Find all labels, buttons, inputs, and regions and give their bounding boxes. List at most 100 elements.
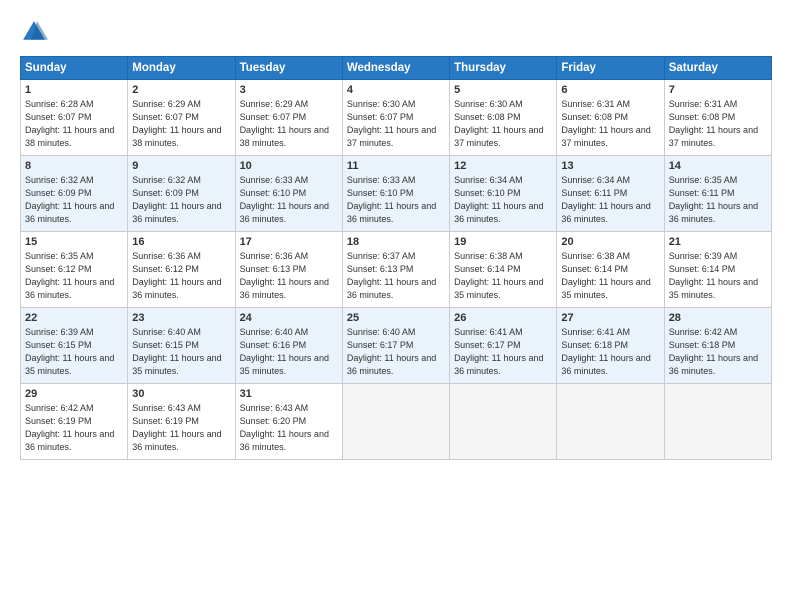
day-number: 26 [454,312,552,324]
day-number: 8 [25,160,123,172]
day-number: 3 [240,84,338,96]
day-header: Wednesday [342,57,449,80]
day-number: 9 [132,160,230,172]
day-number: 23 [132,312,230,324]
cell-info: Sunrise: 6:35 AMSunset: 6:11 PMDaylight:… [669,175,758,224]
calendar-cell: 6Sunrise: 6:31 AMSunset: 6:08 PMDaylight… [557,80,664,156]
calendar-cell: 26 Sunrise: 6:41 AMSunset: 6:17 PMDayligh… [450,308,557,384]
day-number: 13 [561,160,659,172]
calendar-cell: 11Sunrise: 6:33 AMSunset: 6:10 PMDayligh… [342,156,449,232]
day-number: 16 [132,236,230,248]
calendar-cell: 14Sunrise: 6:35 AMSunset: 6:11 PMDayligh… [664,156,771,232]
cell-info: Sunrise: 6:37 AMSunset: 6:13 PMDaylight:… [347,251,436,300]
cell-info: Sunrise: 6:32 AMSunset: 6:09 PMDaylight:… [132,175,221,224]
day-number: 31 [240,388,338,400]
day-header: Sunday [21,57,128,80]
cell-info: Sunrise: 6:38 AMSunset: 6:14 PMDaylight:… [454,251,543,300]
day-number: 29 [25,388,123,400]
day-header: Thursday [450,57,557,80]
calendar-cell: 10 Sunrise: 6:33 AMSunset: 6:10 PMDayligh… [235,156,342,232]
day-number: 10 [240,160,338,172]
day-number: 24 [240,312,338,324]
calendar-cell: 20 Sunrise: 6:38 AMSunset: 6:14 PMDayligh… [557,232,664,308]
calendar-row: 8 Sunrise: 6:32 AMSunset: 6:09 PMDaylight… [21,156,772,232]
logo [20,18,52,46]
calendar-cell: 16 Sunrise: 6:36 AMSunset: 6:12 PMDayligh… [128,232,235,308]
cell-info: Sunrise: 6:36 AMSunset: 6:13 PMDaylight:… [240,251,329,300]
calendar-cell: 5 Sunrise: 6:30 AMSunset: 6:08 PMDaylight… [450,80,557,156]
cell-info: Sunrise: 6:30 AMSunset: 6:07 PMDaylight:… [347,99,436,148]
cell-info: Sunrise: 6:29 AMSunset: 6:07 PMDaylight:… [240,99,329,148]
cell-info: Sunrise: 6:35 AMSunset: 6:12 PMDaylight:… [25,251,114,300]
day-header: Tuesday [235,57,342,80]
cell-info: Sunrise: 6:31 AMSunset: 6:08 PMDaylight:… [561,99,650,148]
day-number: 22 [25,312,123,324]
day-header: Friday [557,57,664,80]
day-number: 11 [347,160,445,172]
day-number: 28 [669,312,767,324]
calendar-cell: 23 Sunrise: 6:40 AMSunset: 6:15 PMDayligh… [128,308,235,384]
calendar-cell: 17Sunrise: 6:36 AMSunset: 6:13 PMDayligh… [235,232,342,308]
day-number: 2 [132,84,230,96]
calendar-cell: 27 Sunrise: 6:41 AMSunset: 6:18 PMDayligh… [557,308,664,384]
calendar-cell: 7 Sunrise: 6:31 AMSunset: 6:08 PMDaylight… [664,80,771,156]
calendar-cell: 25 Sunrise: 6:40 AMSunset: 6:17 PMDayligh… [342,308,449,384]
calendar-cell: 31 Sunrise: 6:43 AMSunset: 6:20 PMDayligh… [235,384,342,460]
day-header: Monday [128,57,235,80]
cell-info: Sunrise: 6:31 AMSunset: 6:08 PMDaylight:… [669,99,758,148]
calendar-cell: 21 Sunrise: 6:39 AMSunset: 6:14 PMDayligh… [664,232,771,308]
cell-info: Sunrise: 6:39 AMSunset: 6:14 PMDaylight:… [669,251,758,300]
calendar-cell: 18Sunrise: 6:37 AMSunset: 6:13 PMDayligh… [342,232,449,308]
calendar-cell: 1 Sunrise: 6:28 AMSunset: 6:07 PMDaylight… [21,80,128,156]
calendar-cell: 24 Sunrise: 6:40 AMSunset: 6:16 PMDayligh… [235,308,342,384]
calendar-cell: 19Sunrise: 6:38 AMSunset: 6:14 PMDayligh… [450,232,557,308]
calendar-row: 1 Sunrise: 6:28 AMSunset: 6:07 PMDaylight… [21,80,772,156]
cell-info: Sunrise: 6:38 AMSunset: 6:14 PMDaylight:… [561,251,650,300]
calendar-row: 15 Sunrise: 6:35 AMSunset: 6:12 PMDayligh… [21,232,772,308]
calendar-cell [557,384,664,460]
cell-info: Sunrise: 6:41 AMSunset: 6:18 PMDaylight:… [561,327,650,376]
calendar-cell: 13 Sunrise: 6:34 AMSunset: 6:11 PMDayligh… [557,156,664,232]
calendar-table: SundayMondayTuesdayWednesdayThursdayFrid… [20,56,772,460]
cell-info: Sunrise: 6:40 AMSunset: 6:17 PMDaylight:… [347,327,436,376]
cell-info: Sunrise: 6:33 AMSunset: 6:10 PMDaylight:… [240,175,329,224]
calendar-cell: 12Sunrise: 6:34 AMSunset: 6:10 PMDayligh… [450,156,557,232]
cell-info: Sunrise: 6:43 AMSunset: 6:20 PMDaylight:… [240,403,329,452]
calendar-cell [450,384,557,460]
cell-info: Sunrise: 6:40 AMSunset: 6:16 PMDaylight:… [240,327,329,376]
day-number: 1 [25,84,123,96]
page: SundayMondayTuesdayWednesdayThursdayFrid… [0,0,792,612]
calendar-cell: 8 Sunrise: 6:32 AMSunset: 6:09 PMDaylight… [21,156,128,232]
calendar-cell: 3 Sunrise: 6:29 AMSunset: 6:07 PMDaylight… [235,80,342,156]
header [20,18,772,46]
day-number: 25 [347,312,445,324]
calendar-cell: 9 Sunrise: 6:32 AMSunset: 6:09 PMDaylight… [128,156,235,232]
calendar-cell [342,384,449,460]
day-number: 20 [561,236,659,248]
day-number: 21 [669,236,767,248]
calendar-row: 22Sunrise: 6:39 AMSunset: 6:15 PMDayligh… [21,308,772,384]
cell-info: Sunrise: 6:32 AMSunset: 6:09 PMDaylight:… [25,175,114,224]
calendar-cell [664,384,771,460]
calendar-cell: 4Sunrise: 6:30 AMSunset: 6:07 PMDaylight… [342,80,449,156]
day-number: 30 [132,388,230,400]
calendar-cell: 30 Sunrise: 6:43 AMSunset: 6:19 PMDayligh… [128,384,235,460]
cell-info: Sunrise: 6:41 AMSunset: 6:17 PMDaylight:… [454,327,543,376]
cell-info: Sunrise: 6:36 AMSunset: 6:12 PMDaylight:… [132,251,221,300]
logo-icon [20,18,48,46]
day-number: 15 [25,236,123,248]
day-number: 7 [669,84,767,96]
header-row: SundayMondayTuesdayWednesdayThursdayFrid… [21,57,772,80]
cell-info: Sunrise: 6:42 AMSunset: 6:18 PMDaylight:… [669,327,758,376]
calendar-cell: 22Sunrise: 6:39 AMSunset: 6:15 PMDayligh… [21,308,128,384]
cell-info: Sunrise: 6:40 AMSunset: 6:15 PMDaylight:… [132,327,221,376]
day-number: 27 [561,312,659,324]
day-header: Saturday [664,57,771,80]
cell-info: Sunrise: 6:43 AMSunset: 6:19 PMDaylight:… [132,403,221,452]
cell-info: Sunrise: 6:34 AMSunset: 6:11 PMDaylight:… [561,175,650,224]
cell-info: Sunrise: 6:30 AMSunset: 6:08 PMDaylight:… [454,99,543,148]
day-number: 12 [454,160,552,172]
cell-info: Sunrise: 6:28 AMSunset: 6:07 PMDaylight:… [25,99,114,148]
calendar-cell: 29Sunrise: 6:42 AMSunset: 6:19 PMDayligh… [21,384,128,460]
day-number: 5 [454,84,552,96]
